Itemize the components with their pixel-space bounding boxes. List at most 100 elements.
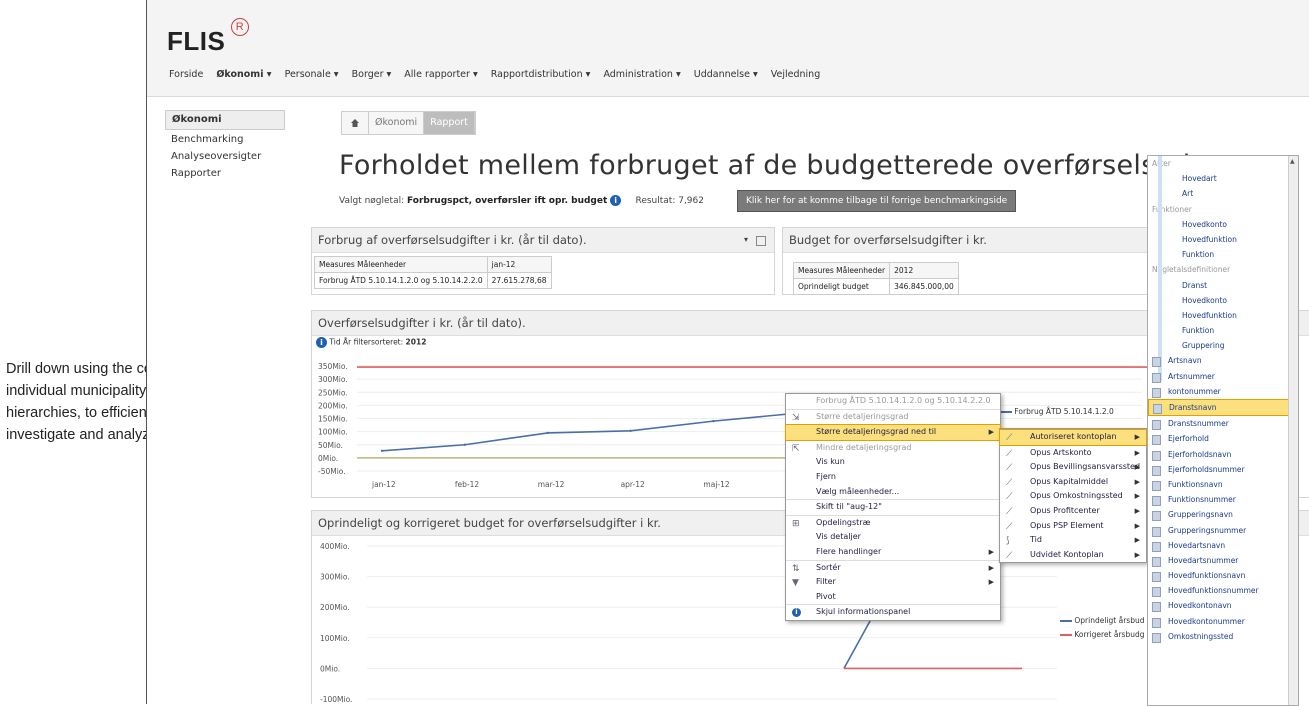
- hierarchy-icon: ⟋: [1006, 550, 1013, 561]
- ctx-item-drill-down-to[interactable]: Større detaljeringsgrad ned til ▶: [785, 424, 1001, 441]
- attribute-item[interactable]: Ejerforholdsnummer: [1148, 462, 1298, 477]
- attribute-item[interactable]: Ejerforhold: [1148, 431, 1298, 446]
- attribute-icon: [1152, 357, 1161, 368]
- attribute-label: Ejerforholdsnavn: [1168, 449, 1232, 459]
- attribute-item[interactable]: Hovedartsnavn: [1148, 538, 1298, 553]
- ctx-item-fjern[interactable]: Fjern: [786, 470, 1000, 485]
- hierarchy-item[interactable]: Funktion: [1148, 247, 1298, 262]
- ctx-label: Opdelingstræ: [816, 517, 871, 527]
- logo[interactable]: FLIS R: [167, 18, 249, 57]
- attribute-item[interactable]: kontonummer: [1148, 384, 1298, 399]
- nav-borger[interactable]: Borger ▾: [352, 69, 392, 80]
- nav-rapportdistribution[interactable]: Rapportdistribution ▾: [491, 69, 591, 80]
- sub-item-udvidet[interactable]: ⟋ Udvidet Kontoplan ▶: [1000, 548, 1146, 563]
- sub-item-kapitalmiddel[interactable]: ⟋ Opus Kapitalmiddel ▶: [1000, 475, 1146, 490]
- nav-uddannelse[interactable]: Uddannelse ▾: [694, 69, 758, 80]
- data-point: [463, 443, 467, 446]
- table-row: Measures Måleenheder jan-12: [314, 256, 552, 273]
- hierarchy-item[interactable]: Gruppering: [1148, 338, 1298, 353]
- sub-label: Opus Bevillingsansvarssted: [1030, 462, 1141, 472]
- table-cell[interactable]: 27.615.278,68: [486, 272, 552, 289]
- attribute-item[interactable]: Ejerforholdsnavn: [1148, 447, 1298, 462]
- ctx-item-details[interactable]: Vis detaljer: [786, 530, 1000, 545]
- nav-okonomi[interactable]: Økonomi ▾: [216, 69, 271, 80]
- attribute-item[interactable]: Hovedartsnummer: [1148, 553, 1298, 568]
- hierarchy-item[interactable]: Hovedfunktion: [1148, 232, 1298, 247]
- hierarchy-item[interactable]: Hovedkonto: [1148, 293, 1298, 308]
- ctx-item-decomposition[interactable]: ⊞ Opdelingstræ: [786, 514, 1000, 531]
- scrollbar[interactable]: ▲: [1288, 156, 1298, 705]
- info-icon[interactable]: i: [610, 195, 622, 206]
- sub-label: Opus Kapitalmiddel: [1030, 476, 1109, 486]
- hierarchy-item[interactable]: Dranst: [1148, 278, 1298, 293]
- sidebar-item-benchmarking[interactable]: Benchmarking: [165, 130, 285, 147]
- nav-alle-rapporter[interactable]: Alle rapporter ▾: [404, 69, 477, 80]
- y-tick-label: 400Mio.: [320, 542, 350, 551]
- ctx-item-hide-info[interactable]: i Skjul informationspanel: [786, 604, 1000, 620]
- table-cell: Measures Måleenheder: [314, 256, 488, 273]
- app-window: FLIS R Forside Økonomi ▾ Personale ▾ Bor…: [146, 0, 1309, 704]
- attribute-icon: [1152, 572, 1161, 583]
- ctx-item-sort[interactable]: ⇅ Sortér ▶: [786, 559, 1000, 576]
- attribute-item[interactable]: Funktionsnummer: [1148, 492, 1298, 507]
- nav-administration[interactable]: Administration ▾: [603, 69, 680, 80]
- nav-vejledning[interactable]: Vejledning: [771, 69, 820, 80]
- sidebar-item-analyseoversigter[interactable]: Analyseoversigter: [165, 147, 285, 164]
- sub-item-psp[interactable]: ⟋ Opus PSP Element ▶: [1000, 519, 1146, 534]
- attribute-item[interactable]: Dranstsnummer: [1148, 416, 1298, 431]
- attribute-item[interactable]: Omkostningssted: [1148, 629, 1298, 644]
- sub-item-omkostning[interactable]: ⟋ Opus Omkostningssted ▶: [1000, 489, 1146, 504]
- breadcrumb-okonomi[interactable]: Økonomi: [369, 112, 425, 134]
- ctx-item-measures[interactable]: Vælg måleenheder...: [786, 485, 1000, 500]
- attribute-item[interactable]: Dranstsnavn: [1148, 399, 1298, 417]
- legend-item: Oprindeligt årsbud: [1060, 614, 1145, 628]
- attribute-item[interactable]: Hovedfunktionsnavn: [1148, 568, 1298, 583]
- drill-submenu: ⟋ Autoriseret kontoplan ▶ ⟋ Opus Artskonto ▶…: [999, 428, 1147, 564]
- nav-forside[interactable]: Forside: [169, 69, 203, 80]
- hierarchy-item[interactable]: Hovedart: [1148, 171, 1298, 186]
- ctx-item-pivot[interactable]: Pivot: [786, 590, 1000, 605]
- key-figure-value: Forbrugspct, overførsler ift opr. budget: [407, 196, 608, 206]
- ctx-item-vis-kun[interactable]: Vis kun: [786, 455, 1000, 470]
- sidebar-item-rapporter[interactable]: Rapporter: [165, 164, 285, 181]
- info-icon[interactable]: i: [316, 337, 327, 348]
- nav-personale[interactable]: Personale ▾: [285, 69, 339, 80]
- attribute-item[interactable]: Hovedkontonummer: [1148, 614, 1298, 629]
- attribute-icon: [1152, 541, 1161, 552]
- attribute-item[interactable]: Hovedfunktionsnummer: [1148, 583, 1298, 598]
- panel-title: Budget for overførselsudgifter i kr.: [783, 228, 1183, 253]
- hierarchy-item[interactable]: Art: [1148, 186, 1298, 201]
- maximize-icon[interactable]: [756, 236, 766, 246]
- sub-item-autoriseret[interactable]: ⟋ Autoriseret kontoplan ▶: [999, 429, 1147, 446]
- ctx-item-switch[interactable]: Skift til "aug-12": [786, 499, 1000, 515]
- attribute-icon: [1152, 587, 1161, 598]
- home-icon[interactable]: [342, 112, 369, 134]
- back-to-benchmarking-button[interactable]: Klik her for at komme tilbage til forrig…: [737, 190, 1017, 212]
- sub-item-artskonto[interactable]: ⟋ Opus Artskonto ▶: [1000, 446, 1146, 461]
- sub-label: Opus Artskonto: [1030, 447, 1092, 457]
- attribute-item[interactable]: Grupperingsnummer: [1148, 523, 1298, 538]
- table-cell[interactable]: 346.845.000,00: [889, 278, 959, 295]
- drill-up-icon: ⇱: [792, 443, 800, 454]
- scroll-up-icon[interactable]: ▲: [1290, 158, 1295, 165]
- attribute-icon: [1152, 617, 1161, 628]
- attribute-item[interactable]: Artsnummer: [1148, 369, 1298, 384]
- attribute-item[interactable]: Grupperingsnavn: [1148, 507, 1298, 522]
- attribute-label: Hovedartsnavn: [1168, 540, 1226, 550]
- hierarchy-item[interactable]: Hovedkonto: [1148, 217, 1298, 232]
- attribute-item[interactable]: Funktionsnavn: [1148, 477, 1298, 492]
- sub-item-bevilling[interactable]: ⟋ Opus Bevillingsansvarssted ▶: [1000, 460, 1146, 475]
- hierarchy-item[interactable]: Hovedfunktion: [1148, 308, 1298, 323]
- hierarchy-item[interactable]: Funktion: [1148, 323, 1298, 338]
- sub-item-profitcenter[interactable]: ⟋ Opus Profitcenter ▶: [1000, 504, 1146, 519]
- attribute-item[interactable]: Hovedkontonavn: [1148, 598, 1298, 613]
- attribute-item[interactable]: Artsnavn: [1148, 353, 1298, 368]
- y-tick-label: -50Mio.: [318, 467, 346, 476]
- sub-item-tid[interactable]: ⟆ Tid ▶: [1000, 533, 1146, 548]
- sidebar-title: Økonomi: [165, 110, 285, 130]
- ctx-item-more-actions[interactable]: Flere handlinger ▶: [786, 545, 1000, 560]
- dropdown-icon[interactable]: ▾: [744, 228, 748, 252]
- hierarchy-bar: [1158, 156, 1162, 381]
- ctx-item-filter[interactable]: ▼ Filter ▶: [786, 575, 1000, 590]
- y-tick-label: 300Mio.: [320, 573, 350, 582]
